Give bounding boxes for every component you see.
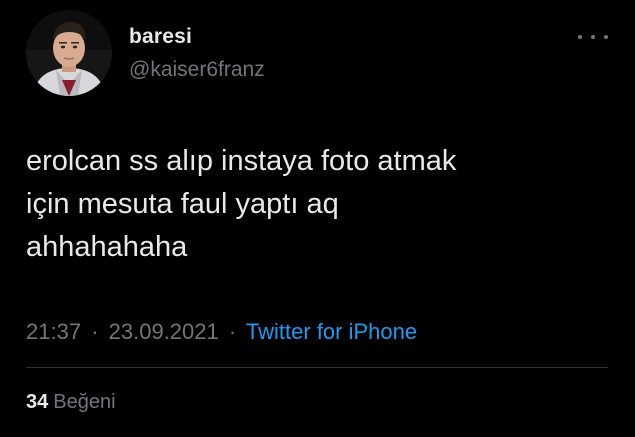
- likes-count: 34: [26, 391, 49, 413]
- tweet-metadata: 21:37 · 23.09.2021 · Twitter for iPhone: [26, 319, 417, 345]
- separator-dot: ·: [91, 319, 99, 344]
- more-options-button[interactable]: [578, 30, 608, 44]
- likes-label: Beğeni: [53, 391, 116, 413]
- tweet-text-line: erolcan ss alıp instaya foto atmak: [26, 145, 457, 177]
- tweet-text-line: ahhahahaha: [26, 231, 188, 263]
- avatar[interactable]: [26, 10, 112, 96]
- tweet-card: baresi @kaiser6franz erolcan ss alıp ins…: [0, 0, 635, 437]
- ellipsis-icon: [604, 35, 608, 39]
- tweet-date[interactable]: 23.09.2021: [109, 319, 219, 344]
- tweet-text: erolcan ss alıp instaya foto atmak için …: [26, 140, 606, 269]
- tweet-time[interactable]: 21:37: [26, 319, 81, 344]
- likes-stat[interactable]: 34 Beğeni: [26, 391, 116, 414]
- profile-photo-icon: [26, 10, 112, 96]
- separator-dot: ·: [228, 319, 237, 344]
- ellipsis-icon: [578, 35, 582, 39]
- tweet-text-line: için mesuta faul yaptı aq: [26, 188, 339, 220]
- ellipsis-icon: [591, 35, 595, 39]
- tweet-source-link[interactable]: Twitter for iPhone: [246, 319, 417, 344]
- divider: [26, 367, 608, 368]
- author-name[interactable]: baresi: [129, 25, 192, 49]
- author-handle[interactable]: @kaiser6franz: [129, 58, 265, 82]
